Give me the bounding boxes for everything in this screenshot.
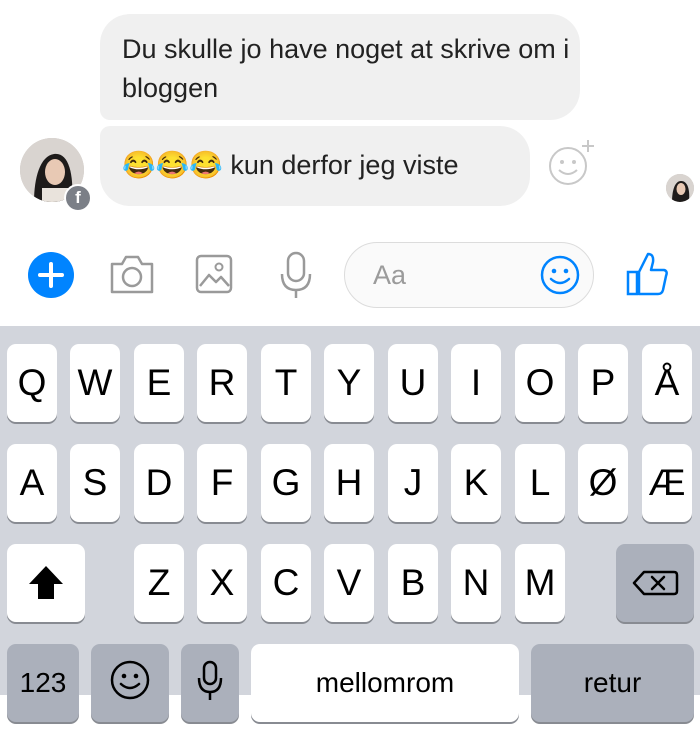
key-h[interactable]: H <box>324 444 374 522</box>
key-g[interactable]: G <box>261 444 311 522</box>
emoji-keyboard-key[interactable] <box>91 644 169 722</box>
message-bubble[interactable]: 😂😂😂 kun derfor jeg viste <box>100 126 530 206</box>
backspace-icon <box>632 570 679 596</box>
key-ae[interactable]: Æ <box>642 444 692 522</box>
key-i[interactable]: I <box>451 344 501 422</box>
dictation-key[interactable] <box>181 644 239 722</box>
key-u[interactable]: U <box>388 344 438 422</box>
emoji-icon <box>110 660 150 700</box>
space-key[interactable]: mellomrom <box>251 644 519 722</box>
key-e[interactable]: E <box>134 344 184 422</box>
key-aring[interactable]: Å <box>642 344 692 422</box>
facebook-badge-icon: f <box>64 184 92 212</box>
keyboard: Q W E R T Y U I O P Å A S D F G H J K L … <box>0 326 700 722</box>
camera-icon[interactable] <box>108 252 156 301</box>
key-w[interactable]: W <box>70 344 120 422</box>
key-s[interactable]: S <box>70 444 120 522</box>
key-l[interactable]: L <box>515 444 565 522</box>
key-t[interactable]: T <box>261 344 311 422</box>
composer-bar: Aa <box>0 222 700 326</box>
photo-gallery-icon[interactable] <box>194 252 234 301</box>
message-bubble[interactable]: Du skulle jo have noget at skrive om i b… <box>100 14 580 120</box>
key-q[interactable]: Q <box>7 344 57 422</box>
key-r[interactable]: R <box>197 344 247 422</box>
key-c[interactable]: C <box>261 544 311 622</box>
key-a[interactable]: A <box>7 444 57 522</box>
key-n[interactable]: N <box>451 544 501 622</box>
key-o[interactable]: O <box>515 344 565 422</box>
key-v[interactable]: V <box>324 544 374 622</box>
emoji-icon[interactable] <box>539 254 581 301</box>
microphone-icon <box>197 660 223 700</box>
key-f[interactable]: F <box>197 444 247 522</box>
key-k[interactable]: K <box>451 444 501 522</box>
add-plus-icon[interactable] <box>28 252 74 303</box>
message-text: 😂😂😂 kun derfor jeg viste <box>122 150 459 180</box>
key-d[interactable]: D <box>134 444 184 522</box>
input-placeholder: Aa <box>373 260 407 290</box>
key-z[interactable]: Z <box>134 544 184 622</box>
key-oslash[interactable]: Ø <box>578 444 628 522</box>
message-text: Du skulle jo have noget at skrive om i b… <box>122 34 570 103</box>
key-b[interactable]: B <box>388 544 438 622</box>
thumbs-up-icon[interactable] <box>626 250 670 303</box>
shift-key[interactable] <box>7 544 85 622</box>
numbers-key[interactable]: 123 <box>7 644 79 722</box>
seen-avatar <box>666 174 694 202</box>
microphone-icon[interactable] <box>278 250 314 305</box>
key-y[interactable]: Y <box>324 344 374 422</box>
message-input[interactable]: Aa <box>344 242 594 308</box>
key-x[interactable]: X <box>197 544 247 622</box>
message-thread: Du skulle jo have noget at skrive om i b… <box>0 0 700 222</box>
key-m[interactable]: M <box>515 544 565 622</box>
key-j[interactable]: J <box>388 444 438 522</box>
return-key[interactable]: retur <box>531 644 694 722</box>
add-reaction-icon[interactable] <box>546 136 598 188</box>
delete-key[interactable] <box>616 544 694 622</box>
key-p[interactable]: P <box>578 344 628 422</box>
